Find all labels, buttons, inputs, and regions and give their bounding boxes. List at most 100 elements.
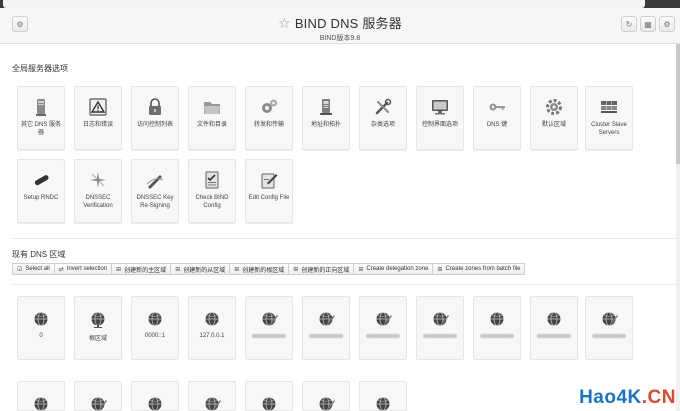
globe-pen-icon	[319, 312, 335, 326]
plus-box-icon: ⊞	[175, 266, 181, 273]
watermark: Hao4K.CN	[579, 387, 676, 409]
page-subtitle: BIND版本9.8	[319, 35, 361, 42]
globe-icon	[490, 312, 504, 326]
globe-icon	[34, 312, 48, 326]
grid-icon: ▦	[644, 19, 652, 29]
tile-misc-options[interactable]: 杂类选项	[359, 86, 407, 150]
toolbar-divider	[12, 284, 676, 285]
zone-label: 0	[39, 333, 43, 339]
zone-label: 0000::1	[144, 333, 166, 339]
zone-tile[interactable]: 0	[17, 296, 65, 360]
globe-pen-icon	[433, 312, 449, 326]
zone-label: 根区域	[88, 336, 107, 342]
select-all-button[interactable]: ☑ Select all	[12, 263, 55, 275]
create-forward-zone-button[interactable]: ⊞ 创建新的正向区域	[289, 263, 355, 275]
tile-label: DNSSEC Verification	[83, 195, 113, 209]
button-label: 创建新的正向区域	[301, 267, 350, 274]
section-divider	[12, 238, 676, 239]
tile-label: Cluster Slave Servers	[591, 122, 627, 136]
tile-dnssec-verification[interactable]: DNSSEC Verification	[74, 159, 122, 223]
pen-icon	[146, 175, 164, 189]
tile-dns-keys[interactable]: DNS 键	[473, 86, 521, 150]
tile-label: 地址和拓扑	[310, 122, 341, 128]
tools-icon	[375, 98, 392, 115]
zone-tile[interactable]	[585, 296, 633, 360]
zone-tile[interactable]	[530, 296, 578, 360]
create-slave-zone-button[interactable]: ⊞ 创建新的从区域	[171, 263, 231, 275]
create-zones-batch-button[interactable]: ⊞ Create zones from batch file	[433, 263, 526, 275]
star-icon[interactable]: ☆	[278, 15, 291, 31]
create-master-zone-button[interactable]: ⊞ 创建新的主区域	[112, 263, 172, 275]
cog-icon	[546, 99, 562, 115]
zone-tile[interactable]	[131, 381, 179, 411]
zone-tile[interactable]	[188, 381, 236, 411]
zone-tile[interactable]: 0000::1	[131, 296, 179, 360]
zone-tile[interactable]	[17, 381, 65, 411]
tile-dnssec-key-resigning[interactable]: DNSSEC Key Re-Signing	[131, 159, 179, 223]
window-top-bar	[0, 0, 680, 8]
tile-label: 访问控制列表	[136, 122, 173, 128]
globe-stand-icon	[91, 312, 105, 328]
create-root-zone-button[interactable]: ⊞ 创建新的根区域	[230, 263, 290, 275]
edit-icon	[261, 173, 278, 189]
zone-tile[interactable]	[473, 296, 521, 360]
zone-tile[interactable]: 127.0.0.1	[188, 296, 236, 360]
button-label: 创建新的主区域	[124, 267, 167, 274]
button-label: 创建新的从区域	[183, 267, 226, 274]
tile-label: 杂类选项	[370, 122, 395, 128]
tile-label: 日志和错误	[82, 122, 113, 128]
tile-cluster-slave-servers[interactable]: Cluster Slave Servers	[585, 86, 633, 150]
plus-box-icon: ⊞	[358, 266, 364, 273]
scrollbar-thumb[interactable]	[676, 44, 680, 164]
tile-control-interface-options[interactable]: 控制界面选项	[416, 86, 464, 150]
remote-icon	[34, 175, 49, 186]
tile-forwarding-transfers[interactable]: 转发和传输	[245, 86, 293, 150]
tile-default-zones[interactable]: 默认区域	[530, 86, 578, 150]
monitor-icon	[432, 100, 448, 115]
zone-tile[interactable]	[359, 381, 407, 411]
settings-button[interactable]: ⚙	[659, 16, 675, 32]
tile-label: Check BIND Config	[195, 195, 229, 209]
redacted-zone-name	[592, 334, 626, 338]
zone-tile[interactable]	[74, 381, 122, 411]
grid-button[interactable]: ▦	[640, 16, 656, 32]
tile-files-directories[interactable]: 文件和目录	[188, 86, 236, 150]
tile-access-control-lists[interactable]: 访问控制列表	[131, 86, 179, 150]
redacted-zone-name	[366, 334, 400, 338]
globe-pen-icon	[91, 397, 107, 411]
create-delegation-zone-button[interactable]: ⊞ Create delegation zone	[354, 263, 434, 275]
global-options-heading: 全局服务器选项	[12, 64, 68, 73]
zone-tile[interactable]	[245, 296, 293, 360]
watermark-part1: Hao4K	[579, 387, 642, 408]
globe-pen-icon	[205, 397, 221, 411]
tile-setup-rndc[interactable]: Setup RNDC	[17, 159, 65, 223]
tile-label: 其它 DNS 服务器	[20, 122, 61, 136]
tile-addresses-topology[interactable]: 地址和拓扑	[302, 86, 350, 150]
plus-box-icon: ⊞	[116, 266, 122, 273]
zone-tile[interactable]	[416, 296, 464, 360]
tile-check-bind-config[interactable]: Check BIND Config	[188, 159, 236, 223]
gears-icon	[262, 99, 277, 113]
server-icon	[36, 99, 46, 116]
tower-icon	[320, 99, 332, 115]
globe-icon	[148, 397, 162, 411]
cluster-icon	[601, 101, 617, 113]
globe-icon	[376, 397, 390, 411]
module-header: ⚙ ☆ BIND DNS 服务器 BIND版本9.8 ↻ ▦ ⚙	[0, 8, 680, 44]
zone-tile[interactable]	[302, 296, 350, 360]
globe-pen-icon	[262, 312, 278, 326]
zone-tile[interactable]	[245, 381, 293, 411]
zone-tile[interactable]	[302, 381, 350, 411]
tile-other-dns-servers[interactable]: 其它 DNS 服务器	[17, 86, 65, 150]
zone-tile[interactable]	[359, 296, 407, 360]
tile-edit-config-file[interactable]: Edit Config File	[245, 159, 293, 223]
refresh-button[interactable]: ↻	[621, 16, 637, 32]
button-label: Create delegation zone	[366, 266, 429, 272]
zone-tile[interactable]: 根区域	[74, 296, 122, 360]
zone-label: 127.0.0.1	[199, 333, 225, 339]
invert-selection-button[interactable]: ⇄ Invert selection	[54, 263, 113, 275]
gear-icon: ⚙	[663, 19, 671, 29]
tile-logging-errors[interactable]: 日志和错误	[74, 86, 122, 150]
vertical-scrollbar[interactable]	[676, 44, 680, 411]
zones-toolbar: ☑ Select all ⇄ Invert selection ⊞ 创建新的主区域 ⊞…	[12, 263, 526, 275]
